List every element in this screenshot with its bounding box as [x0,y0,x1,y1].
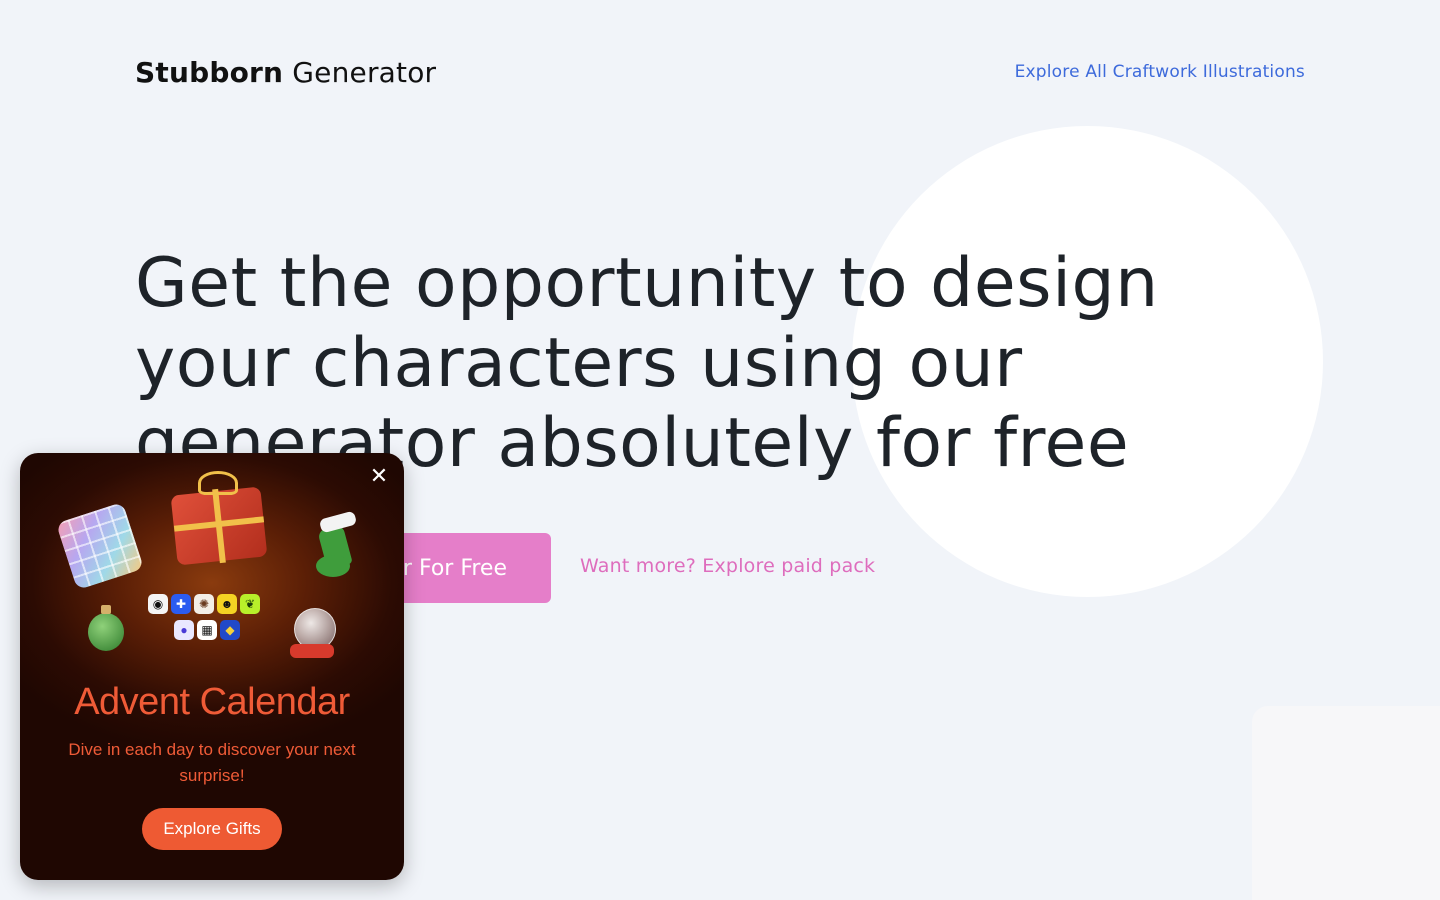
popup-title: Advent Calendar [74,681,350,723]
header: Stubborn Generator Explore All Craftwork… [135,54,1305,94]
plus-app-icon: ✚ [171,594,191,614]
snow-globe-icon [290,608,338,660]
hero-headline: Get the opportunity to design your chara… [135,244,1159,483]
close-icon[interactable]: ✕ [368,465,390,487]
logo-light: Generator [283,56,437,89]
stocking-icon [316,510,360,581]
eye-app-icon: ◉ [148,594,168,614]
calendar-house-icon [55,501,145,591]
explore-illustrations-link[interactable]: Explore All Craftwork Illustrations [1015,62,1305,82]
leaf-app-icon: ❦ [240,594,260,614]
gift-box-icon [168,471,268,566]
advent-calendar-popup: ✕ ◉ ✚ ✺ ☻ ❦ ● ▦ ◆ Advent Calendar Dive in each… [20,453,404,880]
duck-app-icon: ◆ [220,620,240,640]
app-icons-grid: ◉ ✚ ✺ ☻ ❦ ● ▦ ◆ [148,594,276,646]
corner-card [1252,706,1440,900]
smile-app-icon: ☻ [217,594,237,614]
popup-description: Dive in each day to discover your next s… [68,740,356,785]
palm-app-icon: ✺ [194,594,214,614]
ornament-icon [88,605,124,651]
checker-app-icon: ▦ [197,620,217,640]
explore-gifts-button[interactable]: Explore Gifts [142,808,282,850]
logo[interactable]: Stubborn Generator [135,54,436,92]
dot-app-icon: ● [174,620,194,640]
explore-paid-pack-link[interactable]: Want more? Explore paid pack [580,555,875,577]
logo-bold: Stubborn [135,56,284,89]
